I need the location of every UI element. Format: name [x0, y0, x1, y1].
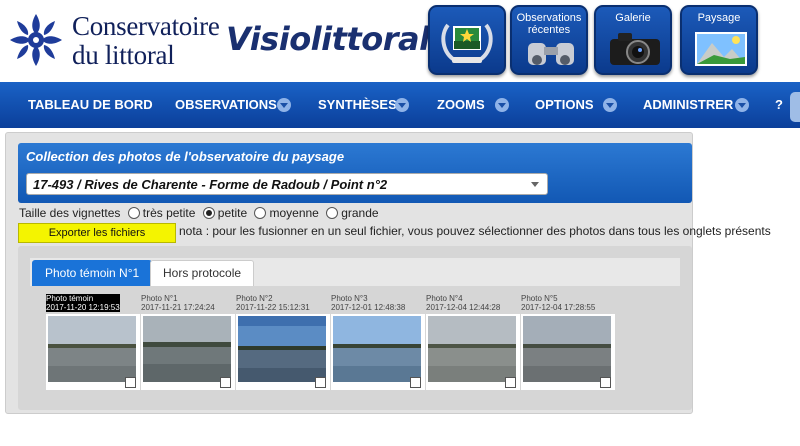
gallery-button[interactable]: Galerie — [594, 5, 672, 75]
options-dropdown-icon[interactable] — [603, 98, 617, 112]
conservatoire-logo-icon[interactable] — [8, 12, 64, 68]
size-label-tres-petite: très petite — [142, 206, 196, 220]
app-title: Visiolittoral — [226, 20, 430, 58]
selected-point-value: 17-493 / Rives de Charente - Forme de Ra… — [33, 177, 388, 192]
photo-title: Photo N°3 — [331, 294, 368, 303]
menu-syntheses[interactable]: SYNTHÈSES — [318, 82, 397, 128]
observation-point-select[interactable]: 17-493 / Rives de Charente - Forme de Ra… — [26, 173, 548, 195]
size-radio-tres-petite[interactable] — [127, 207, 140, 219]
photo-select-checkbox[interactable] — [220, 377, 231, 388]
photo-thumbnail[interactable]: Photo N°4 2017-12-04 12:44:28 — [426, 294, 520, 392]
photo-date: 2017-11-20 12:19:53 — [46, 303, 120, 312]
thumbnail-size-label: Taille des vignettes — [19, 206, 121, 220]
landscape-photo — [143, 316, 231, 382]
help-menu[interactable]: ? — [775, 82, 783, 128]
photo-thumbnail[interactable]: Photo N°2 2017-11-22 15:12:31 — [236, 294, 330, 392]
landscape-photo — [428, 316, 516, 382]
photo-caption: Photo N°1 2017-11-21 17:24:24 — [141, 294, 215, 312]
observations-dropdown-icon[interactable] — [277, 98, 291, 112]
photo-select-checkbox[interactable] — [600, 377, 611, 388]
landscape-label: Paysage — [697, 12, 741, 24]
gallery-label: Galerie — [615, 12, 651, 24]
main-navigation: TABLEAU DE BORD OBSERVATIONS SYNTHÈSES Z… — [0, 82, 800, 128]
thumbnail-size-options: Taille des vignettes très petite petite … — [19, 206, 379, 220]
photo-date: 2017-12-04 17:28:55 — [521, 303, 596, 312]
photo-caption: Photo témoin 2017-11-20 12:19:53 — [46, 294, 120, 312]
collection-header: Collection des photos de l'observatoire … — [18, 143, 692, 203]
award-shortcut-button[interactable] — [428, 5, 506, 75]
photo-select-checkbox[interactable] — [315, 377, 326, 388]
photo-title: Photo N°4 — [426, 294, 463, 303]
site-header: Conservatoire du littoral Visiolittoral … — [0, 0, 800, 80]
photo-select-checkbox[interactable] — [410, 377, 421, 388]
landscape-photo — [523, 316, 611, 382]
zooms-dropdown-icon[interactable] — [495, 98, 509, 112]
collection-title: Collection des photos de l'observatoire … — [26, 149, 345, 164]
photo-date: 2017-12-01 12:48:38 — [331, 303, 406, 312]
photo-title: Photo N°2 — [236, 294, 273, 303]
menu-scroll-handle[interactable] — [790, 92, 800, 122]
photo-thumbnail[interactable]: Photo N°5 2017-12-04 17:28:55 — [521, 294, 615, 392]
photo-date: 2017-11-22 15:12:31 — [236, 303, 310, 312]
administrer-dropdown-icon[interactable] — [735, 98, 749, 112]
menu-zooms[interactable]: ZOOMS — [437, 82, 485, 128]
photo-thumbnail[interactable]: Photo N°3 2017-12-01 12:48:38 — [331, 294, 425, 392]
size-label-grande: grande — [341, 206, 379, 220]
photo-collection-panel: Collection des photos de l'observatoire … — [5, 132, 771, 414]
photo-title: Photo N°5 — [521, 294, 558, 303]
syntheses-dropdown-icon[interactable] — [395, 98, 409, 112]
recent-observations-button[interactable]: Observations récentes — [510, 5, 588, 75]
tab-photo-temoin[interactable]: Photo témoin N°1 — [32, 260, 153, 286]
tab-hors-protocole[interactable]: Hors protocole — [150, 260, 255, 286]
photo-title: Photo N°1 — [141, 294, 178, 303]
photo-thumbnail[interactable]: Photo témoin 2017-11-20 12:19:53 — [46, 294, 140, 392]
photo-caption: Photo N°3 2017-12-01 12:48:38 — [331, 294, 405, 312]
menu-administrer[interactable]: ADMINISTRER — [643, 82, 733, 128]
photo-caption: Photo N°2 2017-11-22 15:12:31 — [236, 294, 310, 312]
thumbnail-grid: Photo témoin 2017-11-20 12:19:53 Photo N°… — [18, 294, 692, 410]
size-radio-moyenne[interactable] — [254, 207, 267, 219]
photo-title: Photo témoin — [46, 294, 94, 303]
photo-caption: Photo N°5 2017-12-04 17:28:55 — [521, 294, 595, 312]
size-radio-petite[interactable] — [202, 207, 215, 219]
camera-icon — [610, 33, 660, 65]
binoculars-icon — [528, 43, 574, 65]
chevron-down-icon — [531, 182, 539, 187]
landscape-icon — [695, 32, 747, 66]
photo-tabs: Photo témoin N°1 Hors protocole — [30, 258, 680, 286]
menu-options[interactable]: OPTIONS — [535, 82, 594, 128]
landscape-photo — [48, 316, 136, 382]
organization-name: Conservatoire du littoral — [72, 12, 220, 70]
photo-caption: Photo N°4 2017-12-04 12:44:28 — [426, 294, 500, 312]
photo-thumbnail[interactable]: Photo N°1 2017-11-21 17:24:24 — [141, 294, 235, 392]
landscape-button[interactable]: Paysage — [680, 5, 758, 75]
export-note: nota : pour les fusionner en un seul fic… — [179, 224, 771, 238]
menu-observations[interactable]: OBSERVATIONS — [175, 82, 277, 128]
photo-select-checkbox[interactable] — [125, 377, 136, 388]
landscape-photo — [238, 316, 326, 382]
size-label-petite: petite — [217, 206, 248, 220]
photo-date: 2017-11-21 17:24:24 — [141, 303, 215, 312]
photo-date: 2017-12-04 12:44:28 — [426, 303, 501, 312]
size-label-moyenne: moyenne — [269, 206, 319, 220]
photo-select-checkbox[interactable] — [505, 377, 516, 388]
photo-gallery: Photo témoin N°1 Hors protocole Photo té… — [18, 246, 692, 410]
badge-award-icon — [441, 23, 493, 63]
org-name-line1: Conservatoire — [72, 11, 220, 41]
size-radio-grande[interactable] — [326, 207, 339, 219]
recent-observations-label: Observations récentes — [516, 12, 582, 36]
menu-dashboard[interactable]: TABLEAU DE BORD — [28, 82, 153, 128]
export-selected-button[interactable]: Exporter les fichiers sélectionnés — [18, 223, 176, 257]
landscape-photo — [333, 316, 421, 382]
org-name-line2: du littoral — [72, 40, 175, 70]
